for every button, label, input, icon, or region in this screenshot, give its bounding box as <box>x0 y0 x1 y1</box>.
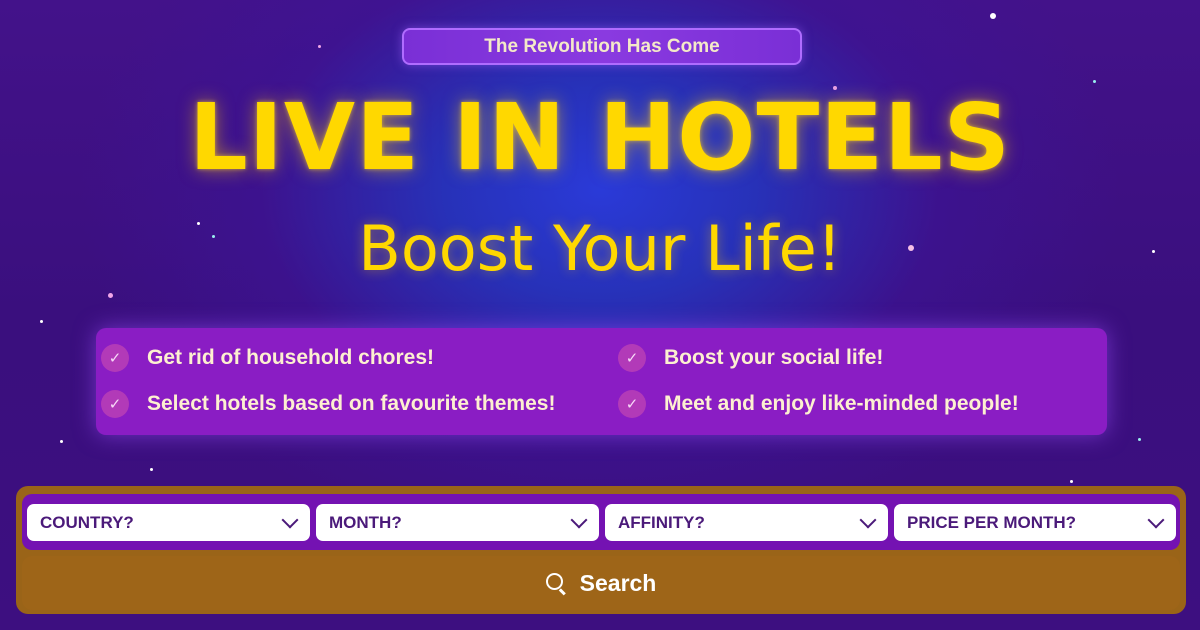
chevron-down-icon <box>1147 511 1165 528</box>
feature-item: ✓ Select hotels based on favourite theme… <box>101 390 555 418</box>
star-decoration <box>1138 438 1141 441</box>
hero-subtitle: Boost Your Life! <box>358 212 842 285</box>
star-decoration <box>108 293 113 298</box>
feature-label: Meet and enjoy like-minded people! <box>664 392 1019 415</box>
feature-label: Boost your social life! <box>664 346 884 369</box>
check-icon: ✓ <box>101 390 129 418</box>
feature-item: ✓ Meet and enjoy like-minded people! <box>618 390 1019 418</box>
features-panel: ✓ Get rid of household chores! ✓ Select … <box>96 328 1107 435</box>
star-decoration <box>990 13 996 19</box>
feature-item: ✓ Get rid of household chores! <box>101 344 434 372</box>
star-decoration <box>1093 80 1096 83</box>
feature-label: Select hotels based on favourite themes! <box>147 392 556 415</box>
country-select[interactable]: COUNTRY? <box>27 504 310 541</box>
feature-item: ✓ Boost your social life! <box>618 344 883 372</box>
country-select-label: COUNTRY? <box>40 512 134 532</box>
star-decoration <box>40 320 43 323</box>
affinity-select-label: AFFINITY? <box>618 512 705 532</box>
search-icon <box>545 573 566 593</box>
chevron-down-icon <box>281 511 299 528</box>
feature-label: Get rid of household chores! <box>147 346 435 369</box>
price-select[interactable]: PRICE PER MONTH? <box>894 504 1176 541</box>
star-decoration <box>150 468 153 471</box>
check-icon: ✓ <box>618 390 646 418</box>
chevron-down-icon <box>570 511 588 528</box>
check-icon: ✓ <box>618 344 646 372</box>
month-select-label: MONTH? <box>329 512 402 532</box>
tagline-badge: The Revolution Has Come <box>402 28 802 65</box>
star-decoration <box>1070 480 1073 483</box>
search-button-label: Search <box>579 569 657 596</box>
search-button[interactable]: Search <box>22 556 1180 610</box>
affinity-select[interactable]: AFFINITY? <box>605 504 888 541</box>
star-decoration <box>318 45 321 48</box>
star-decoration <box>60 440 63 443</box>
hero-title: LIVE IN HOTELS <box>189 84 1011 191</box>
month-select[interactable]: MONTH? <box>316 504 599 541</box>
price-select-label: PRICE PER MONTH? <box>907 512 1077 532</box>
search-panel: COUNTRY? MONTH? AFFINITY? PRICE PER MONT… <box>16 486 1186 614</box>
chevron-down-icon <box>859 511 877 528</box>
search-filters: COUNTRY? MONTH? AFFINITY? PRICE PER MONT… <box>22 494 1180 550</box>
check-icon: ✓ <box>101 344 129 372</box>
